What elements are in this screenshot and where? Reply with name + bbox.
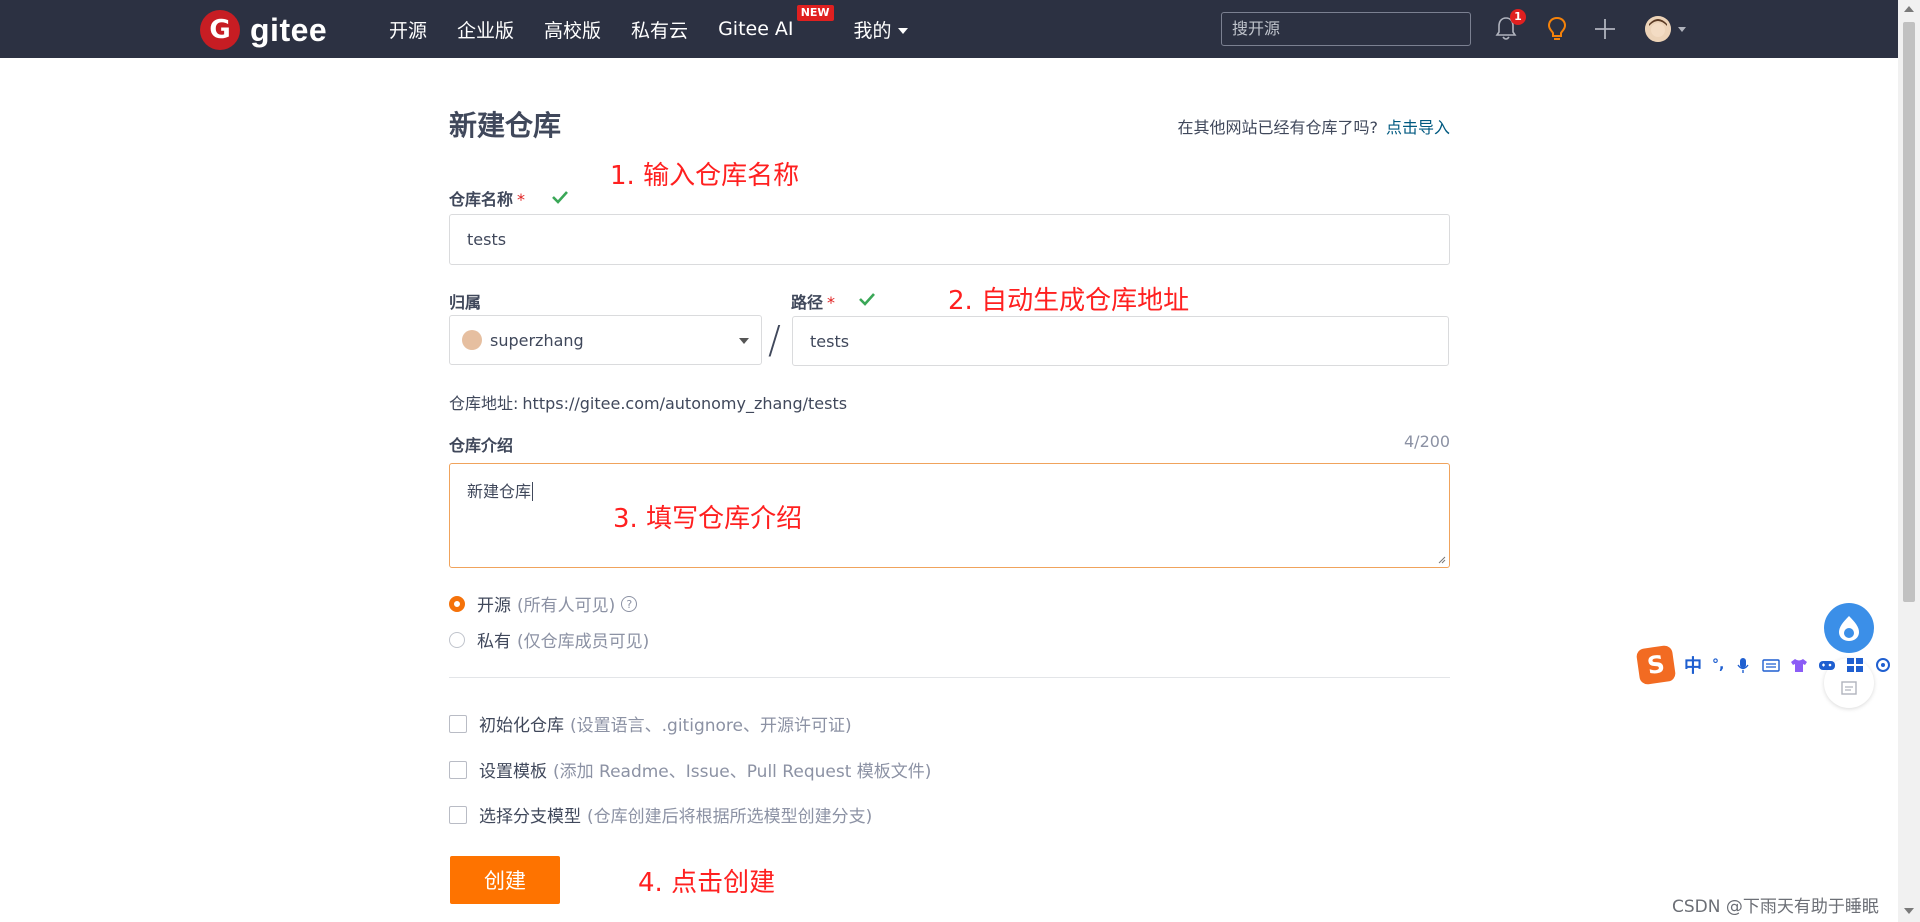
- import-link[interactable]: 点击导入: [1386, 118, 1450, 137]
- option-init-repo-hint: (设置语言、.gitignore、开源许可证): [570, 716, 852, 736]
- visibility-public-label: 开源: [477, 596, 511, 616]
- gitee-logo[interactable]: G gitee: [200, 10, 327, 50]
- ime-mode-toggle[interactable]: 中: [1684, 652, 1702, 678]
- nav-open-source[interactable]: 开源: [389, 16, 427, 43]
- gamepad-icon[interactable]: [1818, 657, 1836, 673]
- skin-shirt-icon[interactable]: [1790, 657, 1808, 673]
- check-icon: [859, 293, 875, 306]
- visibility-public[interactable]: 开源 (所有人可见) ?: [449, 591, 638, 616]
- settings-icon[interactable]: [1874, 657, 1892, 673]
- path-separator: /: [768, 318, 781, 362]
- visibility-private[interactable]: 私有 (仅仓库成员可见): [449, 627, 649, 652]
- annotation-4: 4. 点击创建: [638, 868, 776, 898]
- repo-name-label-text: 仓库名称: [449, 190, 514, 209]
- repo-name-input[interactable]: tests: [449, 214, 1450, 265]
- scrollbar-thumb[interactable]: [1903, 22, 1915, 602]
- search-input[interactable]: 搜开源: [1221, 12, 1471, 46]
- text-cursor: [532, 482, 534, 501]
- path-label: 路径 *: [791, 289, 835, 313]
- plus-icon[interactable]: [1593, 17, 1617, 41]
- grid-apps-icon[interactable]: [1846, 657, 1864, 673]
- avatar-chevron-down-icon[interactable]: [1678, 27, 1686, 32]
- option-branch-model-hint: (仓库创建后将根据所选模型创建分支): [587, 807, 873, 827]
- owner-label: 归属: [449, 293, 482, 312]
- nav-private-cloud[interactable]: 私有云: [631, 16, 688, 43]
- help-icon[interactable]: ?: [621, 595, 638, 612]
- option-init-repo[interactable]: 初始化仓库 (设置语言、.gitignore、开源许可证): [449, 711, 852, 736]
- lightbulb-icon[interactable]: [1545, 15, 1569, 43]
- resize-handle-icon[interactable]: [1438, 556, 1446, 564]
- checkbox-branch-model[interactable]: [449, 805, 467, 824]
- keyboard-icon[interactable]: [1762, 657, 1781, 673]
- option-template-hint: (添加 Readme、Issue、Pull Request 模板文件): [553, 762, 932, 782]
- scroll-up-icon[interactable]: [1904, 6, 1914, 12]
- intro-label: 仓库介绍: [449, 436, 514, 455]
- visibility-private-hint: (仅仓库成员可见): [517, 632, 650, 652]
- nav-gitee-ai-label: Gitee AI: [718, 18, 794, 40]
- option-init-repo-label: 初始化仓库: [479, 716, 564, 736]
- checkbox-init-repo[interactable]: [449, 714, 467, 733]
- visibility-private-label: 私有: [477, 632, 511, 652]
- owner-avatar: [462, 330, 482, 350]
- radio-public[interactable]: [449, 595, 465, 612]
- nav-mine[interactable]: 我的: [854, 16, 908, 43]
- repo-name-label: 仓库名称 *: [449, 186, 525, 210]
- notification-badge: 1: [1510, 9, 1526, 25]
- sogou-logo-icon[interactable]: S: [1635, 644, 1677, 686]
- nav-education[interactable]: 高校版: [544, 16, 601, 43]
- gitee-logo-text: gitee: [250, 11, 328, 48]
- top-navbar: G gitee 开源 企业版 高校版 私有云 Gitee AI NEW 我的 搜…: [0, 0, 1898, 58]
- required-mark: *: [827, 293, 836, 312]
- ime-punct-toggle[interactable]: °,: [1712, 657, 1724, 673]
- path-input[interactable]: tests: [792, 316, 1449, 366]
- checkbox-template[interactable]: [449, 760, 467, 779]
- nav-enterprise[interactable]: 企业版: [457, 16, 514, 43]
- path-label-text: 路径: [791, 293, 824, 312]
- nav-gitee-ai[interactable]: Gitee AI NEW: [718, 5, 834, 40]
- import-prompt-text: 在其他网站已经有仓库了吗?: [1177, 118, 1378, 137]
- repo-address-label: 仓库地址:: [449, 394, 519, 413]
- check-icon: [552, 191, 568, 204]
- divider: [449, 677, 1450, 678]
- required-mark: *: [517, 190, 526, 209]
- main-nav: 开源 企业版 高校版 私有云 Gitee AI NEW 我的: [389, 0, 938, 58]
- chevron-down-icon: [897, 28, 908, 34]
- create-button[interactable]: 创建: [450, 856, 560, 904]
- option-branch-model[interactable]: 选择分支模型 (仓库创建后将根据所选模型创建分支): [449, 802, 872, 827]
- new-badge: NEW: [796, 5, 834, 21]
- ime-toolbar: S 中 °,: [1635, 644, 1898, 686]
- page-title: 新建仓库: [449, 109, 562, 142]
- intro-textarea[interactable]: 新建仓库: [449, 463, 1450, 568]
- annotation-3: 3. 填写仓库介绍: [613, 504, 803, 534]
- intro-char-counter: 4/200: [1404, 432, 1451, 451]
- option-branch-model-label: 选择分支模型: [479, 807, 581, 827]
- intro-textarea-value: 新建仓库: [467, 482, 532, 501]
- repo-address: 仓库地址: https://gitee.com/autonomy_zhang/te…: [449, 390, 847, 414]
- annotation-1: 1. 输入仓库名称: [610, 161, 800, 191]
- option-template-label: 设置模板: [479, 762, 547, 782]
- chevron-down-icon: [739, 338, 749, 344]
- microphone-icon[interactable]: [1734, 657, 1752, 673]
- import-prompt: 在其他网站已经有仓库了吗? 点击导入: [1177, 114, 1450, 138]
- owner-select[interactable]: superzhang: [449, 315, 762, 365]
- owner-select-value: superzhang: [490, 330, 584, 350]
- option-template[interactable]: 设置模板 (添加 Readme、Issue、Pull Request 模板文件): [449, 757, 931, 782]
- radio-private[interactable]: [449, 631, 465, 648]
- avatar[interactable]: [1645, 16, 1671, 42]
- scroll-down-icon[interactable]: [1904, 908, 1914, 914]
- csdn-watermark: CSDN @下雨天有助于睡眠: [1672, 897, 1879, 917]
- gitee-logo-icon: G: [200, 10, 240, 50]
- nav-mine-label: 我的: [853, 19, 892, 42]
- annotation-2: 2. 自动生成仓库地址: [948, 286, 1190, 316]
- visibility-public-hint: (所有人可见): [517, 596, 616, 616]
- repo-address-value: https://gitee.com/autonomy_zhang/tests: [522, 394, 848, 413]
